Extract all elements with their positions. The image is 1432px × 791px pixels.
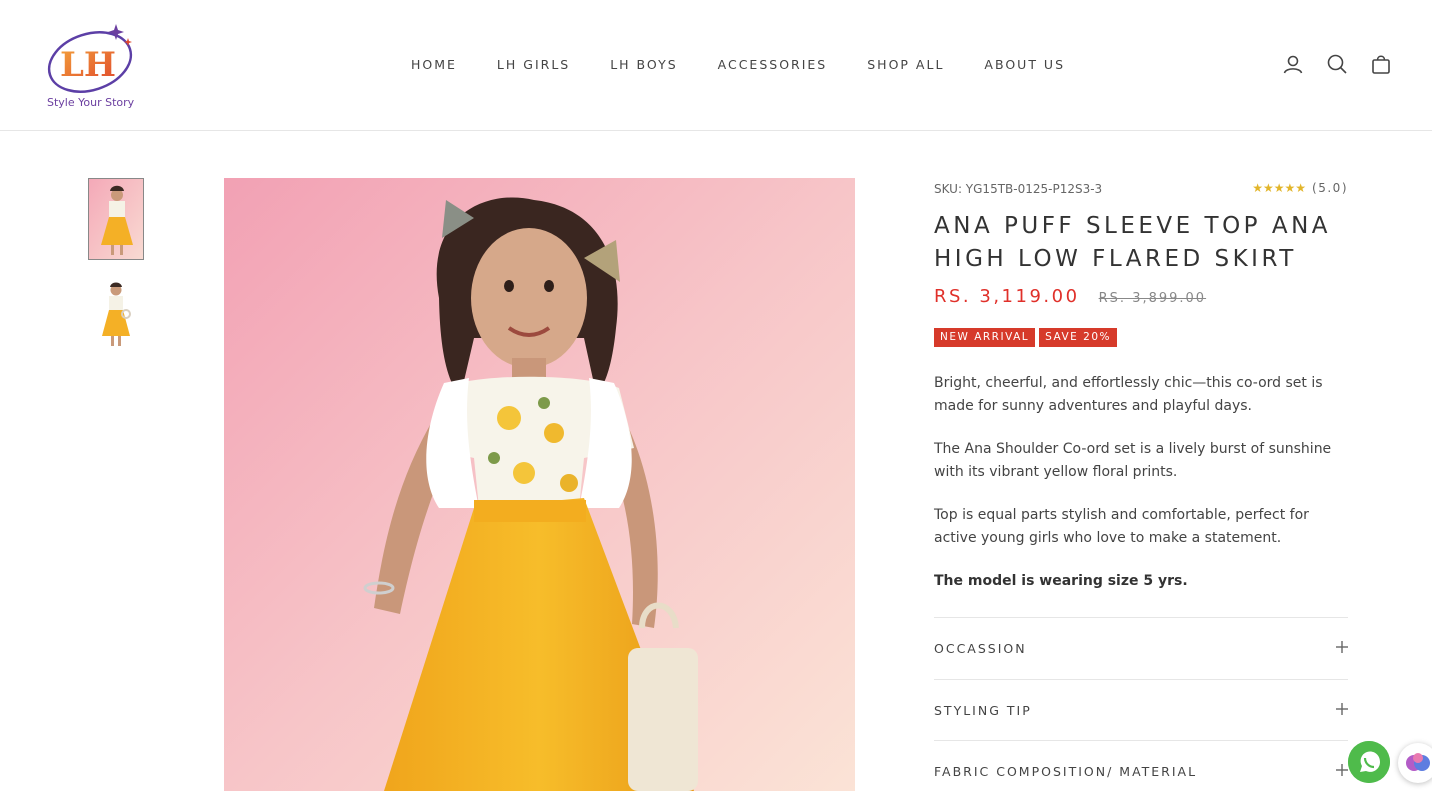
account-icon[interactable]	[1282, 53, 1304, 75]
description-paragraph-1: Bright, cheerful, and effortlessly chic—…	[934, 375, 1323, 414]
main-nav: HOME LH GIRLS LH BOYS ACCESSORIES SHOP A…	[411, 57, 1105, 72]
product-description: Bright, cheerful, and effortlessly chic—…	[934, 372, 1348, 613]
cart-icon[interactable]	[1370, 53, 1392, 75]
accordion-fabric-composition[interactable]: FABRIC COMPOSITION/ MATERIAL	[934, 740, 1348, 791]
search-icon[interactable]	[1326, 53, 1348, 75]
ai-assistant-button[interactable]	[1398, 743, 1432, 783]
price-row: RS. 3,119.00 RS. 3,899.00	[934, 286, 1206, 307]
plus-icon	[1336, 638, 1348, 657]
nav-lh-boys[interactable]: LH BOYS	[610, 57, 677, 72]
compare-price: RS. 3,899.00	[1098, 291, 1207, 306]
accordion-styling-tip[interactable]: STYLING TIP	[934, 679, 1348, 741]
product-badges: NEW ARRIVAL SAVE 20%	[934, 328, 1117, 347]
accordion-occasion[interactable]: OCCASSION	[934, 617, 1348, 679]
description-paragraph-3: Top is equal parts stylish and comfortab…	[934, 507, 1309, 546]
plus-icon	[1336, 761, 1348, 780]
logo-mark-icon: LH	[47, 24, 133, 93]
accordion-label: FABRIC COMPOSITION/ MATERIAL	[934, 764, 1198, 779]
svg-text:LH: LH	[60, 45, 116, 85]
product-sku: SKU: YG15TB-0125-P12S3-3	[934, 182, 1103, 196]
logo-tagline: Style Your Story	[47, 96, 135, 109]
nav-shop-all[interactable]: SHOP ALL	[867, 57, 944, 72]
whatsapp-icon	[1348, 741, 1390, 783]
nav-home[interactable]: HOME	[411, 57, 457, 72]
site-logo[interactable]: LH Style Your Story	[44, 18, 140, 114]
rating-value: (5.0)	[1312, 181, 1348, 195]
thumbnail-2[interactable]	[88, 278, 144, 350]
accordion-label: STYLING TIP	[934, 703, 1032, 718]
sale-price: RS. 3,119.00	[934, 286, 1080, 307]
star-rating-icon: ★★★★★	[1252, 181, 1307, 195]
product-title: ANA PUFF SLEEVE TOP ANA HIGH LOW FLARED …	[934, 213, 1332, 272]
nav-accessories[interactable]: ACCESSORIES	[718, 57, 828, 72]
site-header: LH Style Your Story HOME LH GIRLS LH BOY…	[0, 0, 1432, 131]
nav-lh-girls[interactable]: LH GIRLS	[497, 57, 570, 72]
nav-about-us[interactable]: ABOUT US	[984, 57, 1065, 72]
thumbnail-1[interactable]	[88, 178, 144, 260]
brain-icon	[1406, 753, 1430, 771]
whatsapp-chat-button[interactable]	[1348, 741, 1390, 783]
product-rating[interactable]: ★★★★★ (5.0)	[1252, 181, 1348, 195]
description-paragraph-2: The Ana Shoulder Co-ord set is a lively …	[934, 441, 1332, 480]
model-size-note: The model is wearing size 5 yrs.	[934, 573, 1188, 589]
plus-icon	[1336, 700, 1348, 719]
accordion-label: OCCASSION	[934, 641, 1027, 656]
badge-new-arrival: NEW ARRIVAL	[934, 328, 1036, 347]
badge-save: SAVE 20%	[1039, 328, 1117, 347]
header-actions	[1282, 53, 1392, 75]
product-main-image[interactable]	[224, 178, 855, 791]
